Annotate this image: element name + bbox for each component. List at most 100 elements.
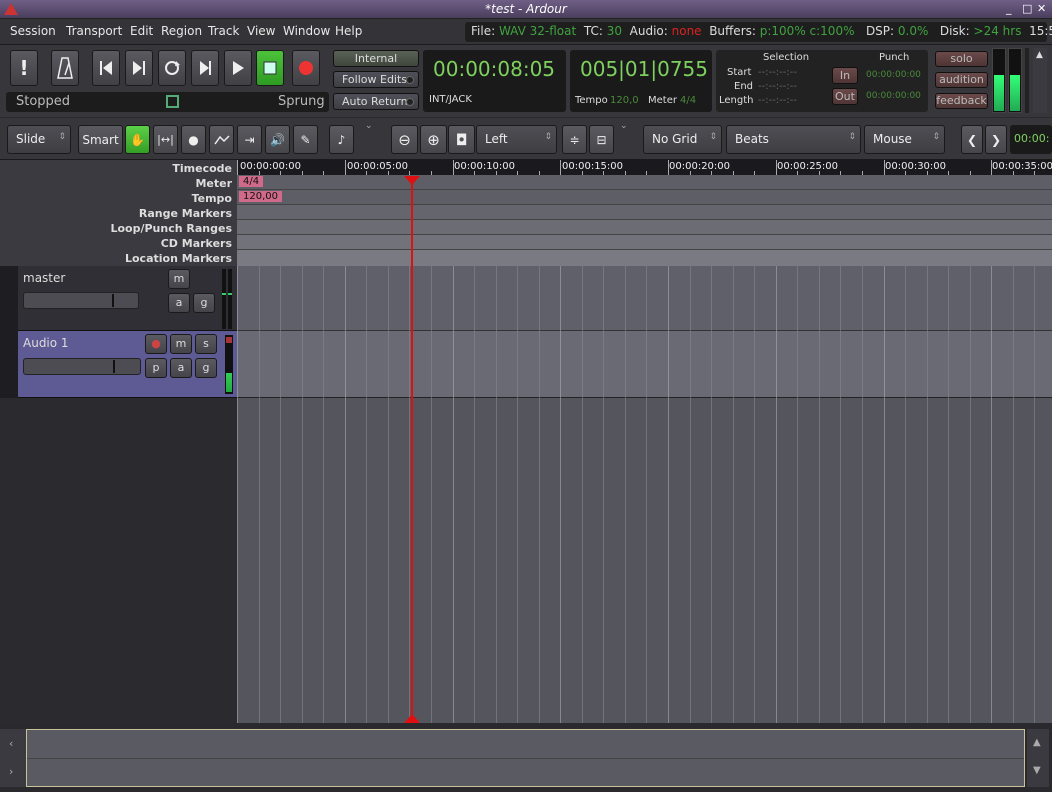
- goto-end-button[interactable]: [125, 50, 153, 86]
- shrink-tracks-button[interactable]: ≑: [562, 125, 587, 154]
- chevron-down-icon[interactable]: ▼: [1033, 765, 1041, 776]
- editor-canvas[interactable]: [237, 266, 1052, 723]
- audition-button[interactable]: audition: [935, 72, 988, 88]
- meter-marker[interactable]: 4/4: [239, 176, 264, 187]
- alert-button[interactable]: !: [10, 50, 38, 86]
- ruler-label-location-markers[interactable]: Location Markers: [125, 252, 232, 265]
- tempo-ruler[interactable]: 120,00: [237, 190, 1052, 205]
- menu-region[interactable]: Region: [161, 24, 202, 38]
- auto-return-button[interactable]: Auto Return: [333, 93, 419, 110]
- midi-note-button[interactable]: ♪: [329, 125, 354, 154]
- zoom-session-button[interactable]: ◘: [448, 125, 475, 154]
- loop-button[interactable]: [158, 50, 186, 86]
- solo-button[interactable]: solo: [935, 51, 988, 67]
- playhead-top-marker[interactable]: [404, 176, 420, 186]
- ruler-label-meter[interactable]: Meter: [195, 177, 232, 190]
- chevron-left-icon[interactable]: ‹: [9, 737, 13, 750]
- menu-help[interactable]: Help: [335, 24, 362, 38]
- expand-tracks-button[interactable]: ⊟: [589, 125, 614, 154]
- shuttle-mode[interactable]: Sprung: [278, 94, 325, 109]
- content-tool-button[interactable]: ✎: [293, 125, 318, 154]
- feedback-button[interactable]: feedback: [935, 93, 988, 109]
- ruler-label-cd-markers[interactable]: CD Markers: [161, 237, 232, 250]
- location-markers-ruler[interactable]: [237, 250, 1052, 266]
- group-button[interactable]: g: [193, 293, 215, 313]
- playlist-button[interactable]: p: [145, 358, 167, 378]
- close-button[interactable]: ✕: [1037, 2, 1046, 15]
- master-track-header[interactable]: master m a g: [0, 266, 237, 331]
- menu-window[interactable]: Window: [283, 24, 330, 38]
- meter-ruler[interactable]: 4/4: [237, 175, 1052, 190]
- play-button[interactable]: [224, 50, 252, 86]
- loop-punch-ruler[interactable]: [237, 220, 1052, 235]
- playhead[interactable]: [411, 176, 413, 721]
- playhead-bottom-marker[interactable]: [404, 714, 420, 723]
- chevron-down-icon[interactable]: ⌄: [620, 121, 628, 131]
- automation-button[interactable]: a: [170, 358, 192, 378]
- minimize-button[interactable]: _: [1006, 2, 1012, 15]
- timecode-ruler[interactable]: 00:00:00:00 00:00:05:00 00:00:10:00 00:0…: [237, 160, 1052, 175]
- chevron-right-icon[interactable]: ›: [9, 765, 13, 778]
- secondary-clock[interactable]: 005|01|0755 Tempo 120,0 Meter 4/4: [570, 50, 712, 112]
- record-arm-button[interactable]: ●: [145, 334, 167, 354]
- track-name[interactable]: master: [23, 271, 65, 285]
- menu-track[interactable]: Track: [208, 24, 239, 38]
- selection-end-value[interactable]: --:--:--:--: [758, 81, 797, 92]
- stretch-tool-button[interactable]: ⇥: [237, 125, 262, 154]
- selection-start-value[interactable]: --:--:--:--: [758, 67, 797, 78]
- automation-button[interactable]: a: [168, 293, 190, 313]
- play-selection-button[interactable]: [191, 50, 219, 86]
- menu-session[interactable]: Session: [10, 24, 56, 38]
- menu-transport[interactable]: Transport: [66, 24, 122, 38]
- record-button[interactable]: [292, 50, 320, 86]
- nudge-backward-button[interactable]: ❮: [961, 125, 983, 154]
- cut-tool-button[interactable]: ●: [181, 125, 206, 154]
- draw-tool-button[interactable]: [209, 125, 234, 154]
- grid-mode-select[interactable]: No Grid ⇕: [643, 125, 722, 154]
- mute-button[interactable]: m: [168, 269, 190, 289]
- grid-type-select[interactable]: Beats ⇕: [726, 125, 861, 154]
- audio1-track-header[interactable]: Audio 1 ● m s p a g: [0, 331, 237, 398]
- range-tool-button[interactable]: |↔|: [153, 125, 178, 154]
- sync-internal-button[interactable]: Internal: [333, 50, 419, 67]
- zoom-in-button[interactable]: ⊕: [420, 125, 447, 154]
- ruler-label-timecode[interactable]: Timecode: [172, 162, 232, 175]
- tempo-marker[interactable]: 120,00: [239, 191, 282, 202]
- chevron-up-icon[interactable]: ▲: [1033, 737, 1041, 748]
- ruler-label-range-markers[interactable]: Range Markers: [139, 207, 232, 220]
- punch-in-button[interactable]: In: [832, 67, 858, 84]
- menu-view[interactable]: View: [247, 24, 275, 38]
- edit-point-select[interactable]: Mouse ⇕: [864, 125, 945, 154]
- solo-button[interactable]: s: [195, 334, 217, 354]
- zoom-focus-select[interactable]: Left ⇕: [476, 125, 557, 154]
- chevron-down-icon[interactable]: ⌄: [365, 121, 373, 131]
- grab-tool-button[interactable]: ✋: [125, 125, 150, 154]
- smart-mode-button[interactable]: Smart: [78, 125, 123, 154]
- follow-edits-button[interactable]: Follow Edits: [333, 71, 419, 88]
- cd-markers-ruler[interactable]: [237, 235, 1052, 250]
- ruler-label-loop-punch[interactable]: Loop/Punch Ranges: [110, 222, 232, 235]
- menu-edit[interactable]: Edit: [130, 24, 153, 38]
- edit-mode-select[interactable]: Slide ⇕: [7, 125, 71, 154]
- zoom-out-button[interactable]: ⊖: [391, 125, 418, 154]
- goto-start-button[interactable]: [92, 50, 120, 86]
- summary-overview[interactable]: [26, 729, 1025, 787]
- shuttle-indicator[interactable]: [166, 95, 179, 108]
- mute-button[interactable]: m: [170, 334, 192, 354]
- rulers-area[interactable]: 00:00:00:00 00:00:05:00 00:00:10:00 00:0…: [237, 160, 1052, 266]
- toolbar-scroll[interactable]: ▲: [1033, 48, 1047, 113]
- master-fader[interactable]: [23, 292, 139, 309]
- audio1-fader[interactable]: [23, 358, 141, 375]
- summary-left-controls[interactable]: ‹ ›: [0, 729, 26, 787]
- summary-right-controls[interactable]: ▲ ▼: [1027, 729, 1049, 787]
- primary-clock[interactable]: 00:00:08:05 INT/JACK: [423, 50, 566, 112]
- stop-button[interactable]: [256, 50, 284, 86]
- nudge-clock[interactable]: 00:00:: [1010, 125, 1052, 154]
- maximize-button[interactable]: □: [1022, 2, 1032, 15]
- metronome-button[interactable]: [51, 50, 79, 86]
- range-markers-ruler[interactable]: [237, 205, 1052, 220]
- audition-tool-button[interactable]: 🔊: [265, 125, 290, 154]
- selection-length-value[interactable]: --:--:--:--: [758, 95, 797, 106]
- nudge-forward-button[interactable]: ❯: [985, 125, 1007, 154]
- punch-out-button[interactable]: Out: [832, 88, 858, 105]
